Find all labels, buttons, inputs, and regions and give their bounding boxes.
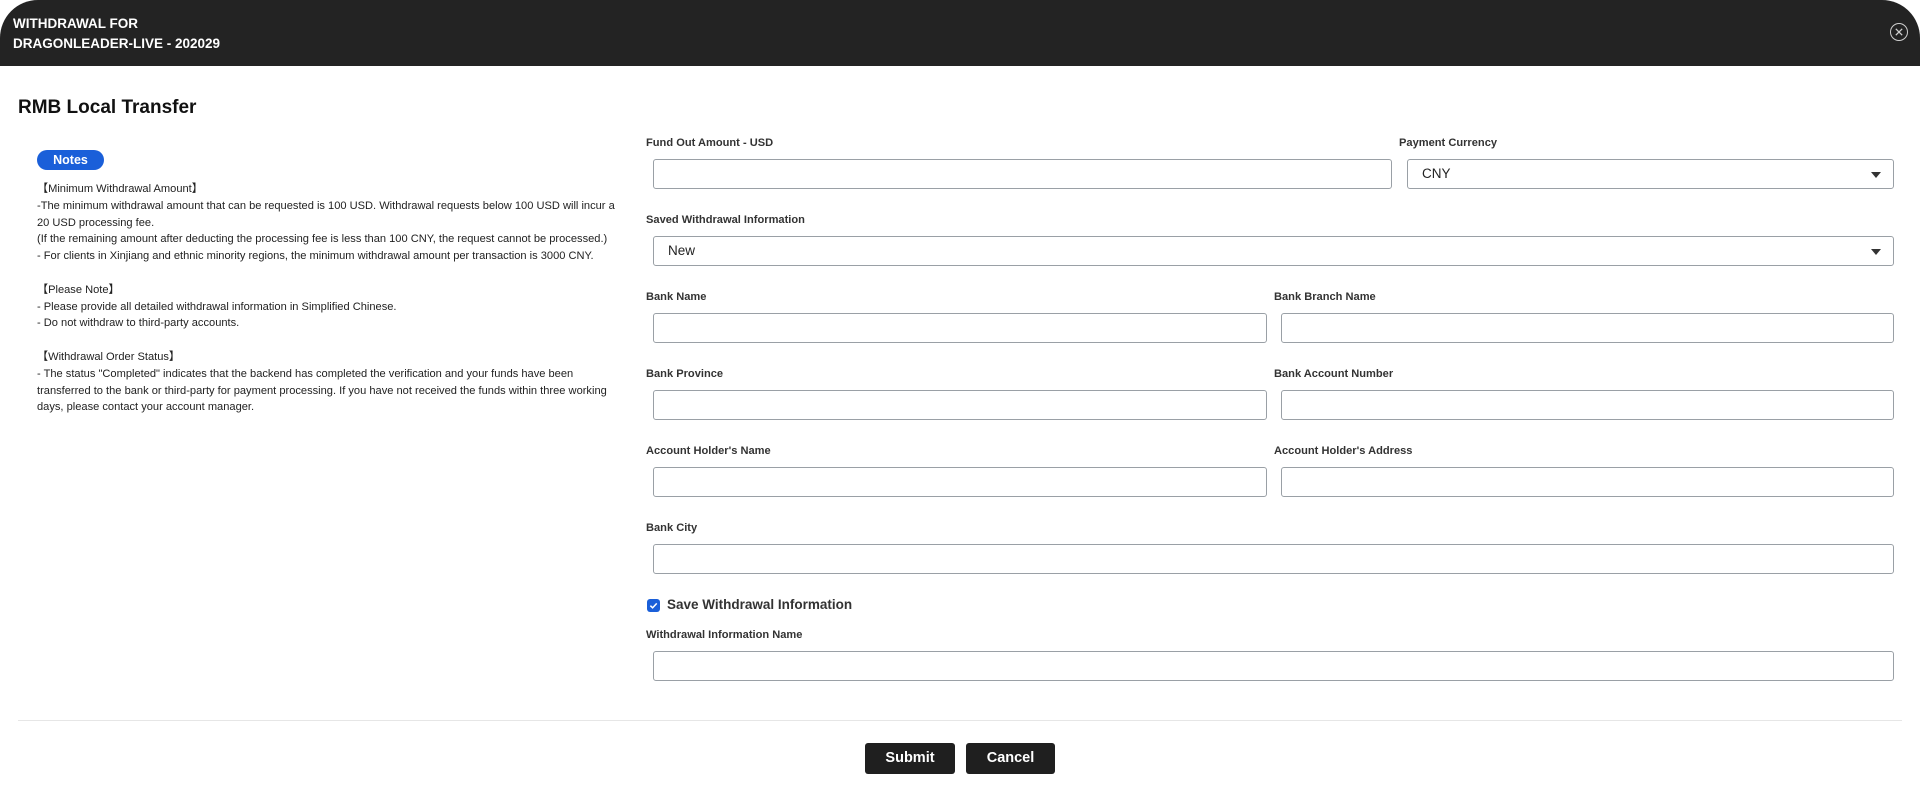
bank-branch-name-label: Bank Branch Name [1274,291,1376,303]
submit-button[interactable]: Submit [865,743,955,774]
notes-line: - Please provide all detailed withdrawal… [37,300,397,313]
saved-info-value: New [668,243,696,258]
fund-out-amount-label: Fund Out Amount - USD [646,137,774,149]
notes-line: -The minimum withdrawal amount that can … [37,199,615,229]
saved-info-select[interactable]: New [653,236,1894,266]
bank-city-input[interactable] [653,544,1894,574]
bank-account-number-label: Bank Account Number [1274,368,1394,380]
notes-line: 【Please Note】 [37,283,120,296]
payment-currency-select[interactable]: CNY [1407,159,1894,189]
notes-line: - For clients in Xinjiang and ethnic min… [37,250,594,263]
account-holder-address-label: Account Holder's Address [1274,445,1413,457]
bank-city-label: Bank City [646,522,698,534]
account-holder-name-label: Account Holder's Name [646,445,771,457]
close-icon [1895,28,1903,36]
modal-title-line2: DRAGONLEADER-LIVE - 202029 [13,36,221,51]
bank-name-input[interactable] [653,313,1267,343]
notes-line: - Do not withdraw to third-party account… [37,317,240,330]
modal-header: WITHDRAWAL FOR DRAGONLEADER-LIVE - 20202… [0,0,1920,66]
bank-account-number-input[interactable] [1281,390,1894,420]
cancel-button[interactable]: Cancel [966,743,1055,774]
modal-title-line1: WITHDRAWAL FOR [13,16,138,31]
account-holder-address-input[interactable] [1281,467,1894,497]
bank-name-label: Bank Name [646,291,707,303]
notes-text: 【Minimum Withdrawal Amount】 -The minimum… [37,181,629,416]
notes-line: (If the remaining amount after deducting… [37,233,608,246]
modal-title: WITHDRAWAL FOR DRAGONLEADER-LIVE - 20202… [13,14,220,54]
payment-currency-value: CNY [1422,166,1451,181]
notes-line: 【Withdrawal Order Status】 [37,350,181,363]
close-button[interactable] [1890,23,1908,41]
save-info-checkbox[interactable] [647,599,660,612]
save-info-checkbox-label[interactable]: Save Withdrawal Information [667,597,852,612]
caret-down-icon [1871,172,1881,178]
notes-line: - The status "Completed" indicates that … [37,367,607,414]
withdrawal-info-name-input[interactable] [653,651,1894,681]
page-title: RMB Local Transfer [18,97,197,118]
withdrawal-info-name-label: Withdrawal Information Name [646,629,803,641]
caret-down-icon [1871,249,1881,255]
checkmark-icon [649,602,658,609]
fund-out-amount-input[interactable] [653,159,1392,189]
payment-currency-label: Payment Currency [1399,137,1498,149]
bank-branch-name-input[interactable] [1281,313,1894,343]
account-holder-name-input[interactable] [653,467,1267,497]
bank-province-input[interactable] [653,390,1267,420]
footer-divider [18,720,1902,721]
notes-line: 【Minimum Withdrawal Amount】 [37,183,203,195]
notes-badge: Notes [37,150,104,170]
saved-info-label: Saved Withdrawal Information [646,214,805,226]
bank-province-label: Bank Province [646,368,724,380]
